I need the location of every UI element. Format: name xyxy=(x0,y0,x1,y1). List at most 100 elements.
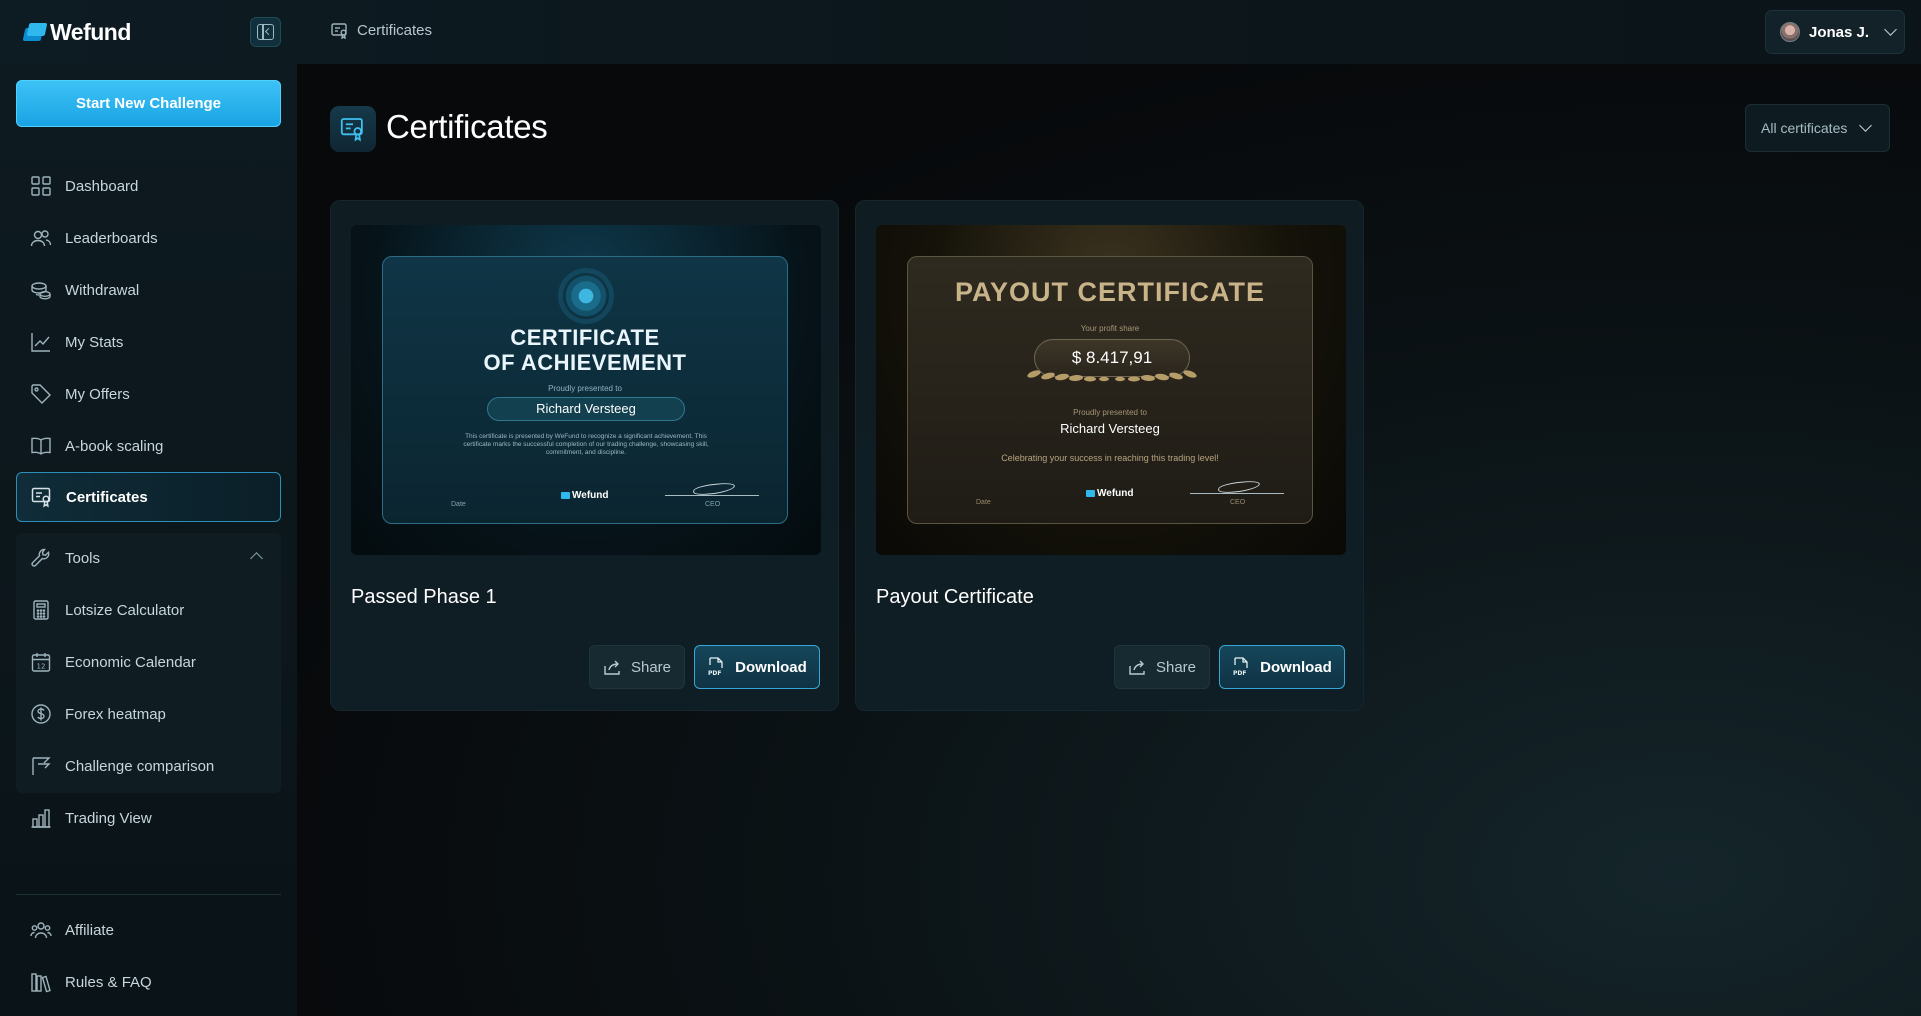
logo-text: Wefund xyxy=(1097,488,1134,499)
card-title: Passed Phase 1 xyxy=(351,586,497,608)
wefund-logo[interactable]: Wefund xyxy=(22,18,131,45)
bars-icon xyxy=(31,809,51,828)
collapse-sidebar-button[interactable] xyxy=(250,17,281,47)
sidebar-item-label: Tools xyxy=(65,549,101,567)
tag-icon xyxy=(31,384,51,404)
certificate-card: CERTIFICATE OF ACHIEVEMENT Proudly prese… xyxy=(330,200,839,711)
download-label: Download xyxy=(735,658,807,676)
sidebar-item-label: Dashboard xyxy=(65,177,139,195)
date-label: Date xyxy=(976,499,991,506)
sidebar-item-label: My Offers xyxy=(65,385,130,403)
sidebar-item-label: Trading View xyxy=(65,809,152,827)
wefund-logo: Wefund xyxy=(561,490,608,501)
wrench-icon xyxy=(31,548,50,567)
certificate-heading: CERTIFICATE xyxy=(510,325,660,350)
breadcrumb-label: Certificates xyxy=(357,22,433,39)
certificate-preview[interactable]: PAYOUT CERTIFICATE Your profit share $ 8… xyxy=(876,225,1346,555)
sidebar-item-withdrawal[interactable]: Withdrawal xyxy=(16,265,281,315)
sidebar-item-economic-calendar[interactable]: 12 Economic Calendar xyxy=(16,637,281,687)
sidebar-item-rules-faq[interactable]: Rules & FAQ xyxy=(16,957,281,1007)
sidebar-toggle-icon xyxy=(257,24,274,40)
grid-icon xyxy=(31,176,51,196)
card-title: Payout Certificate xyxy=(876,586,1034,608)
sidebar-divider xyxy=(16,894,281,895)
sidebar-item-label: Rules & FAQ xyxy=(65,973,152,991)
share-button[interactable]: Share xyxy=(589,645,685,689)
ceo-label: CEO xyxy=(705,501,721,508)
users-icon xyxy=(30,230,52,247)
ceo-label: CEO xyxy=(1230,499,1246,506)
sidebar-item-affiliate[interactable]: Affiliate xyxy=(16,905,281,955)
sidebar-item-my-stats[interactable]: My Stats xyxy=(16,317,281,367)
share-button[interactable]: Share xyxy=(1114,645,1210,689)
certificate-filter-select[interactable]: All certificates xyxy=(1745,104,1890,152)
certificate-icon xyxy=(31,487,51,508)
coins-icon xyxy=(31,282,51,300)
sidebar-item-challenge-comparison[interactable]: Challenge comparison xyxy=(16,741,281,791)
share-icon xyxy=(604,660,620,675)
sidebar-item-trading-view[interactable]: Trading View xyxy=(16,793,281,843)
user-name: Jonas J. xyxy=(1809,23,1870,41)
sidebar-item-certificates[interactable]: Certificates xyxy=(16,472,281,522)
wefund-logo-icon xyxy=(22,23,48,41)
sidebar-item-leaderboards[interactable]: Leaderboards xyxy=(16,213,281,263)
sidebar-item-label: Forex heatmap xyxy=(65,705,166,723)
sidebar-item-label: Certificates xyxy=(66,488,148,506)
profit-share-label: Your profit share xyxy=(1080,324,1140,333)
sidebar: Start New Challenge Dashboard Leaderboar… xyxy=(0,64,297,1016)
recipient-name: Richard Versteeg xyxy=(1060,421,1160,436)
chevron-down-icon xyxy=(1884,23,1897,36)
sidebar-item-my-offers[interactable]: My Offers xyxy=(16,369,281,419)
presented-to-label: Proudly presented to xyxy=(1073,408,1147,417)
svg-text:PDF: PDF xyxy=(1233,670,1246,677)
certificate-body-text: This certificate is presented by WeFund … xyxy=(463,433,709,456)
laurel-icon xyxy=(1027,370,1197,382)
calculator-icon xyxy=(33,600,49,620)
sidebar-item-label: Challenge comparison xyxy=(65,757,215,775)
sidebar-item-forex-heatmap[interactable]: Forex heatmap xyxy=(16,689,281,739)
affiliate-icon xyxy=(30,922,52,939)
dollar-icon xyxy=(31,704,51,724)
pdf-icon: PDF xyxy=(708,657,723,677)
book-icon xyxy=(31,437,51,455)
chevron-down-icon xyxy=(1859,119,1873,132)
ceo-signature xyxy=(1190,480,1284,494)
breadcrumb: Certificates xyxy=(331,22,432,39)
download-button[interactable]: PDF Download xyxy=(1219,645,1345,689)
download-label: Download xyxy=(1260,658,1332,676)
sidebar-item-label: Affiliate xyxy=(65,921,114,939)
sidebar-item-label: A-book scaling xyxy=(65,437,164,455)
ceo-signature xyxy=(665,482,759,496)
sidebar-item-label: Lotsize Calculator xyxy=(65,601,185,619)
start-new-challenge-button[interactable]: Start New Challenge xyxy=(16,80,281,127)
filter-value: All certificates xyxy=(1761,120,1848,136)
user-menu-button[interactable]: Jonas J. xyxy=(1765,10,1905,54)
brand-name: Wefund xyxy=(50,18,131,45)
sidebar-item-dashboard[interactable]: Dashboard xyxy=(16,161,281,211)
share-icon xyxy=(1129,660,1145,675)
top-bar: Wefund Certificates Jonas J. xyxy=(0,0,1921,64)
certificate-heading: OF ACHIEVEMENT xyxy=(483,350,687,375)
calendar-icon: 12 xyxy=(31,653,51,672)
svg-text:12: 12 xyxy=(37,663,46,671)
share-label: Share xyxy=(1155,658,1197,676)
certificate-heading: PAYOUT CERTIFICATE xyxy=(954,277,1266,307)
achievement-certificate: CERTIFICATE OF ACHIEVEMENT Proudly prese… xyxy=(382,256,788,524)
sidebar-item-label: My Stats xyxy=(65,333,124,351)
svg-text:PDF: PDF xyxy=(708,670,721,677)
sidebar-item-tools[interactable]: Tools xyxy=(16,533,281,583)
main-content: Certificates All certificates CERTIFICAT… xyxy=(297,64,1921,1016)
recipient-name: Richard Versteeg xyxy=(487,397,685,421)
download-button[interactable]: PDF Download xyxy=(694,645,820,689)
sidebar-item-label: Leaderboards xyxy=(65,229,158,247)
presented-to-label: Proudly presented to xyxy=(548,384,622,393)
sidebar-item-a-book-scaling[interactable]: A-book scaling xyxy=(16,421,281,471)
certificate-card: PAYOUT CERTIFICATE Your profit share $ 8… xyxy=(855,200,1364,711)
sidebar-item-label: Withdrawal xyxy=(65,281,140,299)
compare-icon xyxy=(32,757,51,775)
certificate-preview[interactable]: CERTIFICATE OF ACHIEVEMENT Proudly prese… xyxy=(351,225,821,555)
logo-text: Wefund xyxy=(572,490,609,501)
sidebar-item-lotsize-calculator[interactable]: Lotsize Calculator xyxy=(16,585,281,635)
date-label: Date xyxy=(451,501,466,508)
pdf-icon: PDF xyxy=(1233,657,1248,677)
